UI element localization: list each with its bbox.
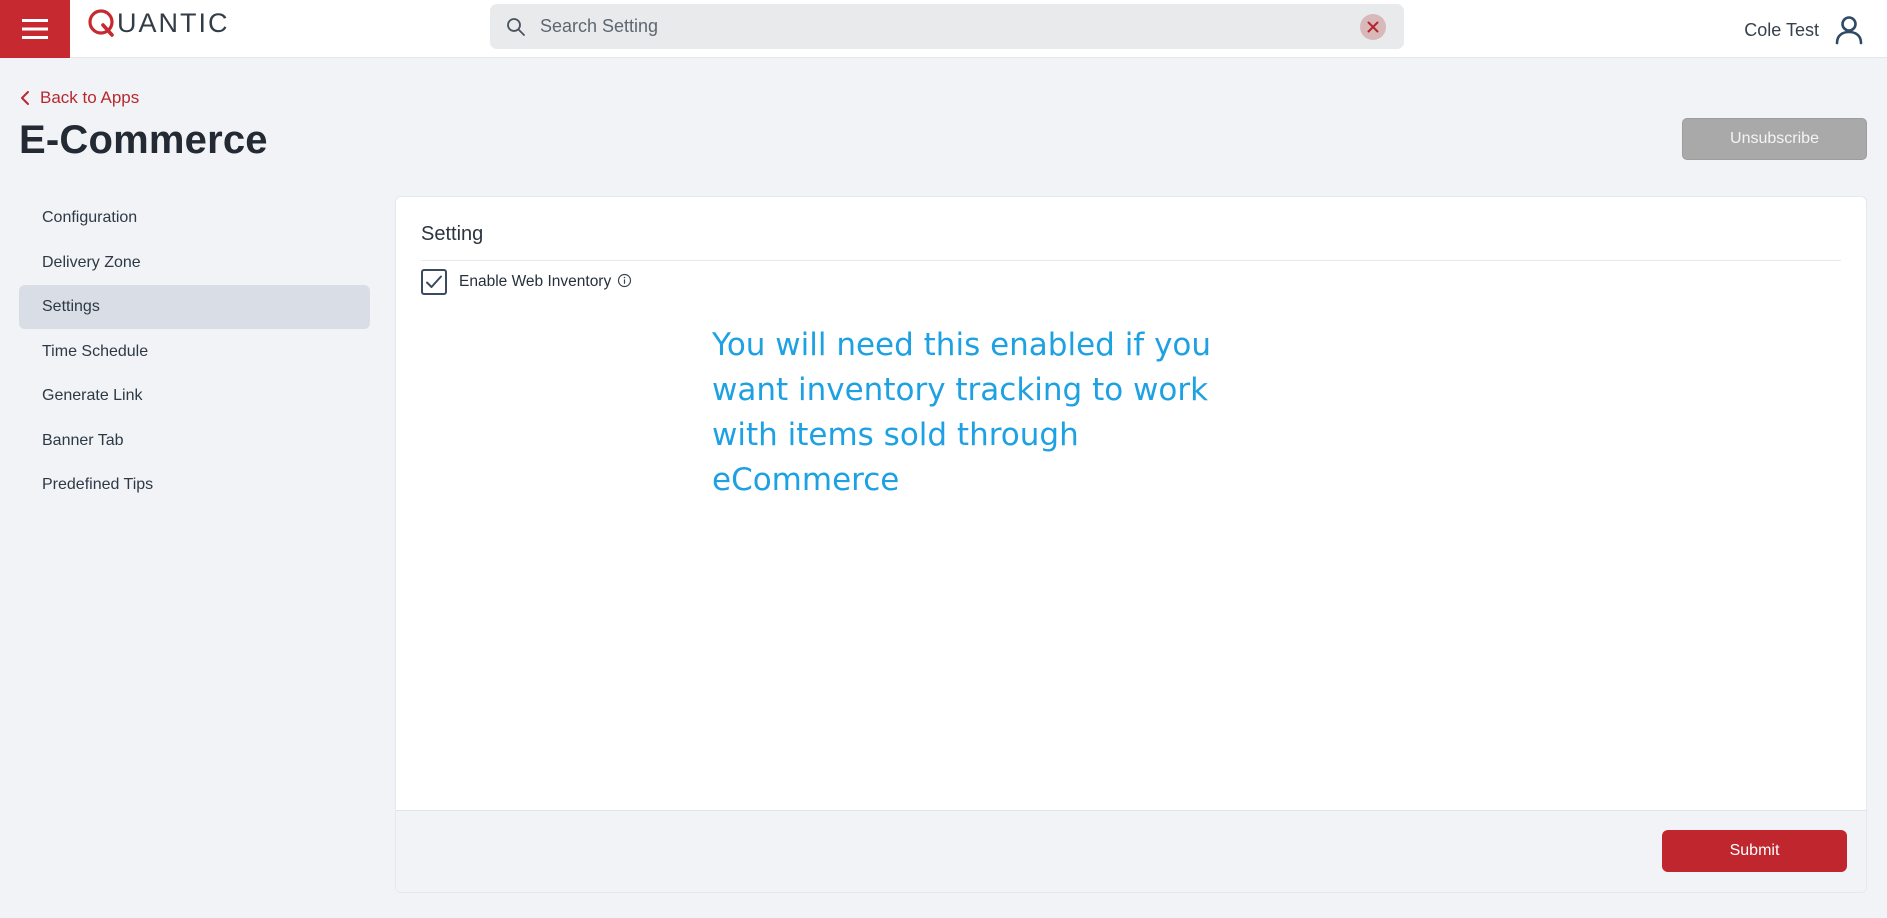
page-title: E-Commerce — [19, 118, 268, 162]
quantic-logo[interactable]: UANTIC — [88, 6, 230, 40]
close-icon — [1367, 21, 1379, 33]
info-icon[interactable] — [617, 273, 632, 288]
enable-web-inventory-label: Enable Web Inventory — [459, 273, 612, 290]
sidebar-item-predefined-tips[interactable]: Predefined Tips — [19, 463, 370, 507]
user-icon[interactable] — [1835, 15, 1863, 45]
card-footer: Submit — [396, 810, 1866, 892]
user-name: Cole Test — [1744, 19, 1819, 40]
checkmark-icon — [426, 275, 442, 288]
sidebar-nav: Configuration Delivery Zone Settings Tim… — [19, 196, 370, 508]
search-icon — [507, 18, 525, 36]
unsubscribe-button[interactable]: Unsubscribe — [1682, 118, 1867, 160]
sidebar-item-banner-tab[interactable]: Banner Tab — [19, 419, 370, 463]
settings-card: Setting Enable Web Inventory You will ne… — [395, 196, 1867, 893]
sidebar-item-generate-link[interactable]: Generate Link — [19, 374, 370, 418]
enable-web-inventory-checkbox[interactable] — [421, 269, 447, 295]
sidebar-item-configuration[interactable]: Configuration — [19, 196, 370, 240]
top-bar: UANTIC Cole Test — [0, 0, 1887, 58]
back-to-apps-label: Back to Apps — [40, 88, 140, 107]
enable-web-inventory-row: Enable Web Inventory — [421, 269, 632, 295]
sidebar-item-settings[interactable]: Settings — [19, 285, 370, 329]
submit-button[interactable]: Submit — [1662, 830, 1847, 872]
card-divider — [421, 260, 1841, 261]
back-to-apps-link[interactable]: Back to Apps — [20, 88, 139, 108]
logo-q-mark — [88, 9, 114, 37]
chevron-left-icon — [21, 91, 29, 105]
menu-button[interactable] — [0, 0, 70, 58]
clear-search-button[interactable] — [1360, 14, 1386, 40]
sidebar-item-delivery-zone[interactable]: Delivery Zone — [19, 241, 370, 285]
search-bar[interactable] — [490, 4, 1404, 49]
search-input[interactable] — [540, 10, 1320, 43]
hamburger-menu-icon — [22, 19, 48, 39]
logo-text: UANTIC — [117, 7, 230, 38]
card-title: Setting — [421, 223, 484, 245]
user-menu[interactable]: Cole Test — [1744, 12, 1863, 48]
annotation-note: You will need this enabled if you want i… — [712, 327, 1212, 498]
sidebar-item-time-schedule[interactable]: Time Schedule — [19, 330, 370, 374]
